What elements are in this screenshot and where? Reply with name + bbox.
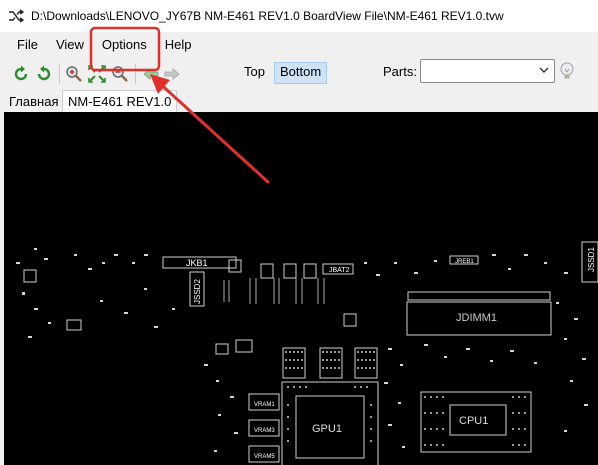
chevron-down-icon[interactable] [538, 64, 550, 76]
arrow-left-icon[interactable] [142, 65, 160, 83]
menu-bar: File View Options Help [0, 32, 598, 58]
menu-options[interactable]: Options [93, 32, 156, 58]
bottom-side-button[interactable]: Bottom [274, 62, 328, 84]
tab-main[interactable]: Главная [4, 92, 63, 112]
shuffle-icon [9, 9, 24, 23]
label-jkb1: JKB1 [186, 258, 208, 268]
zoom-out-icon[interactable] [111, 65, 129, 83]
label-gpu1: GPU1 [312, 423, 342, 435]
board-view-canvas[interactable]: JKB1 JSSD2 JBAT2 JREB1 JDIMM1 JSSD1 GPU1… [4, 112, 598, 465]
arrow-right-icon[interactable] [163, 65, 181, 83]
tab-strip: Главная NM-E461 REV1.0 [0, 90, 598, 113]
label-vram3: VRAM3 [254, 428, 275, 434]
label-jssd1: JSSD1 [587, 247, 596, 272]
board-drawing: JKB1 JSSD2 JBAT2 JREB1 JDIMM1 JSSD1 GPU1… [16, 241, 598, 465]
toolbar-separator [135, 64, 136, 84]
menu-help[interactable]: Help [156, 32, 201, 58]
title-bar: D:\Downloads\LENOVO_JY67B NM-E461 REV1.0… [0, 0, 598, 32]
rotate-right-icon[interactable] [35, 65, 53, 83]
label-vram1: VRAM1 [254, 402, 275, 408]
label-vram5: VRAM5 [254, 454, 275, 460]
dimm-top-strip [407, 291, 551, 301]
lightbulb-icon[interactable] [558, 61, 576, 81]
label-jssd2: JSSD2 [193, 279, 202, 304]
parts-label: Parts: [383, 64, 417, 79]
toolbar-separator [59, 64, 60, 84]
label-jbat2: JBAT2 [329, 267, 350, 274]
parts-combobox[interactable] [420, 59, 555, 83]
window-title: D:\Downloads\LENOVO_JY67B NM-E461 REV1.0… [31, 9, 504, 23]
rotate-left-icon[interactable] [12, 65, 30, 83]
zoom-in-icon[interactable] [65, 65, 83, 83]
top-side-button[interactable]: Top [239, 62, 270, 82]
zoom-fit-icon[interactable] [88, 65, 106, 83]
label-jreb1: JREB1 [455, 259, 474, 265]
menu-file[interactable]: File [8, 32, 47, 58]
menu-view[interactable]: View [47, 32, 93, 58]
label-cpu1: CPU1 [459, 415, 488, 427]
tab-board-file[interactable]: NM-E461 REV1.0 [62, 90, 178, 113]
label-jdimm1: JDIMM1 [456, 312, 497, 324]
